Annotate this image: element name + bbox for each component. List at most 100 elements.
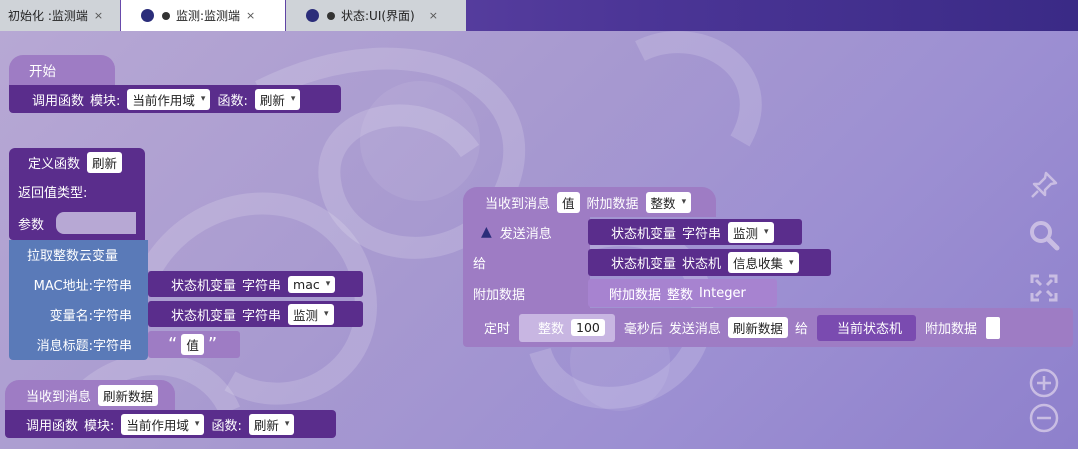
string-label: 字符串 xyxy=(682,226,722,242)
message-name-field[interactable]: 刷新数据 xyxy=(98,384,159,406)
to-label: 给 xyxy=(473,257,487,272)
timer-send-label: 发送消息 xyxy=(668,322,721,337)
mac-label: MAC地址:字符串 xyxy=(33,278,132,294)
extra-data-label: 附加数据 xyxy=(586,196,639,212)
attach-label: 附加数据 xyxy=(473,287,526,303)
send-label: 发送消息 xyxy=(499,226,552,242)
mac-state-var-block[interactable]: 状态机变量 字符串 mac xyxy=(148,271,363,297)
attach-row: 附加数据 xyxy=(463,278,590,308)
pull-label: 拉取整数云变量 xyxy=(27,249,119,264)
pull-cloud-var-block[interactable]: 拉取整数云变量 xyxy=(9,240,148,269)
zoom-in-icon[interactable] xyxy=(1028,367,1060,399)
send-target-dropdown[interactable]: 监测 xyxy=(728,221,774,243)
module-label: 模块: xyxy=(90,93,121,109)
warning-icon: ▲ xyxy=(481,224,492,240)
call-function-block[interactable]: 调用函数 模块: 当前作用域 函数: 刷新 xyxy=(9,85,341,113)
blocks-workspace[interactable]: 开始 调用函数 模块: 当前作用域 函数: 刷新 定义函数 刷新 返回值类型: … xyxy=(0,31,1078,449)
to-state-machine-block[interactable]: 状态机变量 状态机 信息收集 xyxy=(588,249,831,276)
tab-state[interactable]: 状态:UI(界面) × xyxy=(286,0,466,31)
tab-monitor[interactable]: 监测:监测端 × xyxy=(121,0,285,31)
string-label: 字符串 xyxy=(242,308,282,324)
quote-open: “ xyxy=(168,334,178,355)
settings-icon xyxy=(162,11,170,20)
state-var-label: 状态机变量 xyxy=(611,226,677,242)
function-dropdown[interactable]: 刷新 xyxy=(248,413,295,435)
send-message-block[interactable]: ▲ 发送消息 xyxy=(463,217,590,247)
var-row-label: 变量名:字符串 xyxy=(9,299,148,329)
mac-dropdown[interactable]: mac xyxy=(288,275,336,293)
title-text-field[interactable]: 值 xyxy=(181,334,204,355)
tab-label: 状态:UI(界面) xyxy=(341,9,415,23)
receive-label: 当收到消息 xyxy=(26,389,92,405)
receive-label: 当收到消息 xyxy=(485,196,551,212)
var-dropdown[interactable]: 监测 xyxy=(288,303,334,325)
define-function-block[interactable]: 定义函数 刷新 xyxy=(9,148,145,176)
start-hat-block[interactable]: 开始 xyxy=(9,55,115,85)
integer-block[interactable]: 整数 100 xyxy=(519,313,615,342)
string-label: 字符串 xyxy=(242,278,282,294)
ms-label: 毫秒后 xyxy=(623,322,663,337)
pin-icon[interactable] xyxy=(1028,169,1060,201)
receive-refresh-hat[interactable]: 当收到消息 刷新数据 xyxy=(5,380,175,410)
attach-input-slot[interactable] xyxy=(985,316,1000,339)
function-name-field[interactable]: 刷新 xyxy=(87,151,123,173)
define-label: 定义函数 xyxy=(28,156,81,172)
module-label: 模块: xyxy=(84,418,115,434)
tab-label: 监测:监测端 xyxy=(176,9,241,23)
timer-to-label: 给 xyxy=(794,322,808,337)
timer-value-field[interactable]: 100 xyxy=(571,319,605,336)
tab-bar: 初始化 :监测端 × 监测:监测端 × 状态:UI(界面) × xyxy=(0,0,1078,31)
zoom-out-icon[interactable] xyxy=(1028,402,1060,434)
attach-kind-label: Integer xyxy=(699,285,746,301)
search-icon[interactable] xyxy=(1028,219,1060,253)
send-state-var-block[interactable]: 状态机变量 字符串 监测 xyxy=(588,219,802,245)
params-label: 参数 xyxy=(18,217,45,233)
receive-value-hat[interactable]: 当收到消息 值 附加数据 整数 xyxy=(463,187,716,217)
tab-init[interactable]: 初始化 :监测端 × xyxy=(0,0,120,31)
timer-block[interactable]: 定时 整数 100 毫秒后 发送消息 刷新数据 给 当前状态机 附加数据 xyxy=(463,308,1073,347)
fit-screen-icon[interactable] xyxy=(1030,274,1058,302)
module-dropdown[interactable]: 当前作用域 xyxy=(127,88,211,110)
attach-block-label: 附加数据 xyxy=(609,287,662,303)
title-label: 消息标题:字符串 xyxy=(36,339,132,354)
tab-dot-icon xyxy=(141,9,154,22)
timer-attach-label: 附加数据 xyxy=(924,322,977,337)
var-state-var-block[interactable]: 状态机变量 字符串 监测 xyxy=(148,301,363,327)
close-icon[interactable]: × xyxy=(246,9,255,22)
current-state-machine-block[interactable]: 当前状态机 xyxy=(816,314,916,341)
message-name-field[interactable]: 值 xyxy=(557,191,580,213)
function-label: 函数: xyxy=(217,93,248,109)
module-dropdown[interactable]: 当前作用域 xyxy=(121,413,205,435)
function-label: 函数: xyxy=(211,418,242,434)
current-sm-label: 当前状态机 xyxy=(836,322,902,337)
string-literal-block[interactable]: “ 值 ” xyxy=(148,331,240,358)
settings-icon xyxy=(327,11,335,20)
function-dropdown[interactable]: 刷新 xyxy=(254,88,301,110)
attach-data-block[interactable]: 附加数据 整数 Integer xyxy=(588,279,777,307)
tab-dot-icon xyxy=(306,9,319,22)
state-machine-label: 状态机 xyxy=(682,257,722,272)
state-var-label: 状态机变量 xyxy=(171,308,237,324)
close-icon[interactable]: × xyxy=(429,9,438,22)
call-function-block-2[interactable]: 调用函数 模块: 当前作用域 函数: 刷新 xyxy=(5,410,336,438)
params-row: 参数 xyxy=(9,206,145,240)
integer-label: 整数 xyxy=(538,322,565,337)
state-machine-dropdown[interactable]: 信息收集 xyxy=(728,252,799,273)
extra-type-dropdown[interactable]: 整数 xyxy=(645,191,692,213)
timer-message-field[interactable]: 刷新数据 xyxy=(727,317,788,338)
attach-type-label: 整数 xyxy=(667,287,694,303)
quote-close: ” xyxy=(207,334,218,355)
call-label: 调用函数 xyxy=(32,93,85,109)
return-type-label: 返回值类型: xyxy=(18,185,88,201)
state-var-label: 状态机变量 xyxy=(611,257,677,272)
tab-label: 初始化 :监测端 xyxy=(8,9,88,23)
return-type-row: 返回值类型: xyxy=(9,176,145,206)
var-name-label: 变量名:字符串 xyxy=(49,308,132,324)
params-slot[interactable] xyxy=(56,212,137,234)
state-var-label: 状态机变量 xyxy=(171,278,237,294)
close-icon[interactable]: × xyxy=(94,9,103,22)
call-label: 调用函数 xyxy=(26,418,79,434)
title-row-label: 消息标题:字符串 xyxy=(9,329,148,360)
timer-label: 定时 xyxy=(484,322,511,337)
mac-row-label: MAC地址:字符串 xyxy=(9,269,148,299)
